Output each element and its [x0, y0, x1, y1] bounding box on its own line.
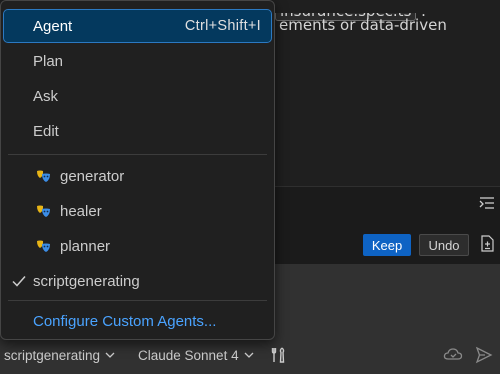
model-picker[interactable]: Claude Sonnet 4	[138, 348, 254, 363]
menu-item-planner[interactable]: planner	[4, 230, 271, 262]
menu-item-ask[interactable]: Ask	[4, 80, 271, 112]
menu-item-agent[interactable]: Agent Ctrl+Shift+I	[3, 9, 272, 43]
undo-button[interactable]: Undo	[419, 234, 469, 256]
menu-separator	[8, 300, 267, 301]
menu-item-label: Agent	[33, 17, 73, 35]
mode-picker-label: scriptgenerating	[4, 347, 101, 363]
tools-icon[interactable]	[270, 346, 288, 364]
model-picker-label: Claude Sonnet 4	[138, 347, 239, 363]
check-icon	[12, 276, 26, 287]
agent-mask-icon	[37, 170, 50, 182]
keyboard-shortcut: Ctrl+Shift+I	[184, 18, 261, 34]
menu-item-label: healer	[60, 202, 102, 220]
chevron-down-icon	[244, 352, 254, 358]
chat-input-toolbar: scriptgenerating Claude Sonnet 4	[0, 343, 500, 367]
menu-item-label: planner	[60, 237, 111, 255]
menu-item-generator[interactable]: generator	[4, 160, 271, 192]
menu-item-scriptgenerating[interactable]: scriptgenerating	[4, 265, 271, 297]
menu-item-label: scriptgenerating	[33, 272, 140, 290]
file-diff-icon[interactable]	[479, 235, 495, 253]
chat-response-text: insurance.spec.ts . ements or data-drive…	[275, 13, 500, 43]
panel-divider	[275, 186, 500, 187]
menu-item-label: generator	[60, 167, 125, 185]
menu-item-healer[interactable]: healer	[4, 195, 271, 227]
agent-mode-menu: Agent Ctrl+Shift+I Plan Ask Edit generat…	[0, 0, 275, 340]
collapse-all-icon[interactable]	[478, 194, 496, 212]
chevron-down-icon	[105, 352, 115, 358]
configure-link-label: Configure Custom Agents...	[33, 312, 217, 330]
agent-mask-icon	[37, 240, 50, 252]
menu-item-edit[interactable]: Edit	[4, 115, 271, 147]
menu-item-label: Edit	[33, 122, 59, 140]
cloud-delegate-icon[interactable]	[443, 346, 463, 364]
configure-custom-agents-link[interactable]: Configure Custom Agents...	[4, 305, 271, 337]
mode-picker[interactable]: scriptgenerating	[4, 348, 115, 363]
menu-separator	[8, 154, 267, 155]
menu-item-plan[interactable]: Plan	[4, 45, 271, 77]
menu-item-label: Plan	[33, 52, 64, 70]
chat-line-2: ements or data-driven	[279, 16, 447, 34]
menu-item-label: Ask	[33, 87, 59, 105]
agent-mask-icon	[37, 205, 50, 217]
keep-button[interactable]: Keep	[363, 234, 411, 256]
send-icon[interactable]	[475, 346, 493, 364]
